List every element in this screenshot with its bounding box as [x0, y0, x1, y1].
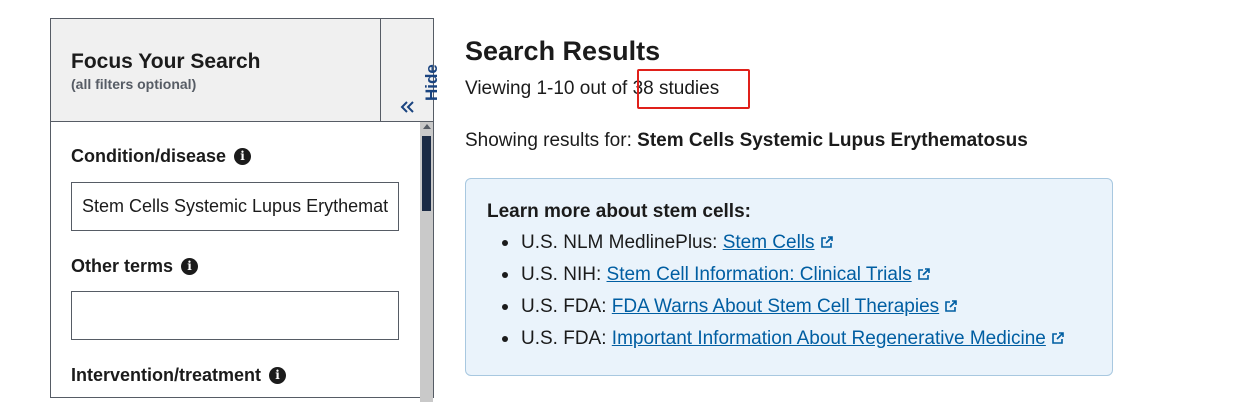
sidebar-scroll-area: Condition/disease i Other terms i Interv…: [51, 122, 433, 402]
list-item: U.S. NLM MedlinePlus: Stem Cells: [466, 231, 1065, 263]
hide-label: Hide: [422, 64, 441, 101]
link-prefix: U.S. NIH:: [521, 264, 607, 285]
fda-warns-link[interactable]: FDA Warns About Stem Cell Therapies: [612, 296, 939, 317]
page-title: Search Results: [465, 36, 661, 66]
regenerative-medicine-link[interactable]: Important Information About Regenerative…: [612, 328, 1046, 349]
bullet: [502, 304, 508, 310]
link-prefix: U.S. FDA:: [521, 296, 612, 317]
link-prefix: U.S. NLM MedlinePlus:: [521, 232, 723, 253]
external-link-icon: [820, 236, 833, 248]
info-icon[interactable]: i: [269, 367, 287, 384]
bullet: [502, 240, 508, 246]
intervention-label: Intervention/treatment i: [71, 365, 287, 386]
intervention-label-text: Intervention/treatment: [71, 365, 262, 385]
sidebar-subtitle: (all filters optional): [71, 76, 197, 92]
learn-more-list: U.S. NLM MedlinePlus: Stem Cells U.S. NI…: [466, 231, 1065, 359]
list-item: U.S. FDA: FDA Warns About Stem Cell Ther…: [466, 295, 1065, 327]
sidebar-scrollbar[interactable]: [420, 122, 433, 402]
condition-label: Condition/disease i: [71, 146, 252, 167]
other-terms-input[interactable]: [71, 291, 399, 340]
results-count-prefix: Viewing 1-10 out of: [465, 78, 633, 99]
showing-query: Stem Cells Systemic Lupus Erythematosus: [637, 130, 1028, 151]
main-content: Search Results Viewing 1-10 out of 38 st…: [465, 0, 1165, 390]
scrollbar-thumb[interactable]: [422, 136, 431, 211]
info-icon[interactable]: i: [234, 148, 252, 165]
bullet: [502, 336, 508, 342]
showing-results-for: Showing results for: Stem Cells Systemic…: [465, 130, 1028, 152]
external-link-icon: [917, 268, 930, 280]
external-link-icon: [1052, 332, 1064, 344]
sidebar-header: Focus Your Search (all filters optional)…: [51, 19, 441, 122]
bullet: [502, 272, 508, 278]
stem-cells-link[interactable]: Stem Cells: [723, 232, 815, 253]
hide-sidebar-button[interactable]: Hide: [380, 19, 441, 121]
list-item: U.S. FDA: Important Information About Re…: [466, 327, 1065, 359]
list-item: U.S. NIH: Stem Cell Information: Clinica…: [466, 263, 1065, 295]
scroll-up-arrow-icon[interactable]: [423, 124, 431, 129]
info-icon[interactable]: i: [181, 258, 199, 275]
stem-cell-information-link[interactable]: Stem Cell Information: Clinical Trials: [607, 264, 912, 285]
other-terms-label: Other terms i: [71, 256, 199, 277]
learn-more-title: Learn more about stem cells:: [487, 201, 751, 222]
link-prefix: U.S. FDA:: [521, 328, 612, 349]
double-chevron-left-icon: [400, 101, 414, 113]
other-terms-label-text: Other terms: [71, 256, 174, 276]
condition-label-text: Condition/disease: [71, 146, 227, 166]
showing-prefix: Showing results for:: [465, 130, 638, 151]
external-link-icon: [945, 300, 957, 312]
condition-input[interactable]: [71, 182, 399, 231]
filter-sidebar: Focus Your Search (all filters optional)…: [50, 18, 441, 402]
learn-more-box: Learn more about stem cells: U.S. NLM Me…: [465, 178, 1113, 376]
highlight-annotation: [637, 69, 750, 109]
sidebar-title: Focus Your Search: [71, 50, 261, 73]
